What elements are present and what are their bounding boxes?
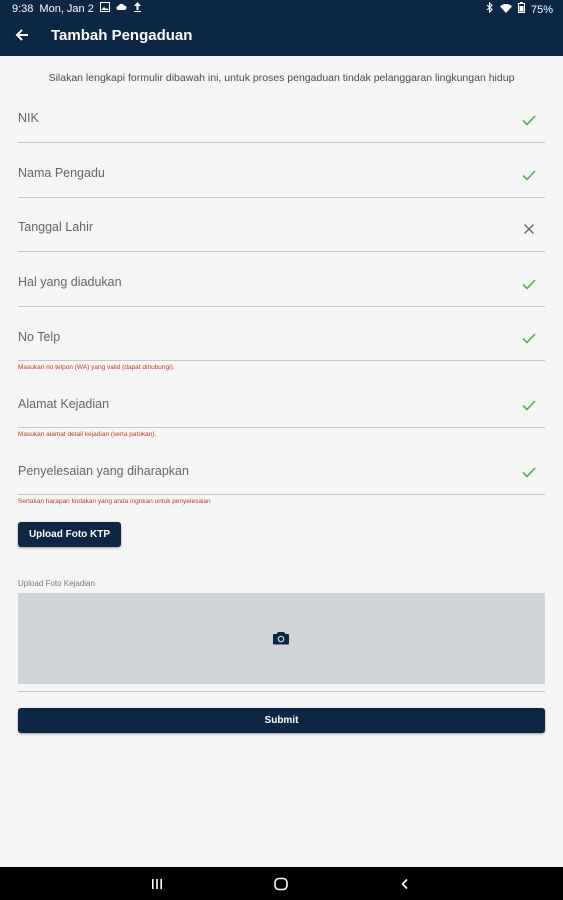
upload-icon <box>133 2 142 16</box>
no-telp-label: No Telp <box>18 330 61 344</box>
battery-icon <box>517 2 525 17</box>
status-bar: 9:38 Mon, Jan 2 75% <box>0 0 563 17</box>
alamat-kejadian-field[interactable]: Alamat Kejadian <box>18 386 545 428</box>
cloud-icon <box>116 2 127 16</box>
gallery-icon <box>99 2 110 16</box>
form-intro: Silakan lengkapi formulir dibawah ini, u… <box>48 72 515 84</box>
no-telp-field[interactable]: No Telp <box>18 318 545 361</box>
hal-diadukan-field[interactable]: Hal yang diadukan <box>18 264 545 307</box>
tanggal-lahir-field[interactable]: Tanggal Lahir <box>18 209 545 252</box>
camera-icon[interactable] <box>273 631 289 645</box>
check-icon <box>521 276 537 292</box>
submit-button[interactable]: Submit <box>18 708 545 733</box>
nik-label: NIK <box>18 111 39 125</box>
status-date: Mon, Jan 2 <box>39 3 94 15</box>
page-title: Tambah Pengaduan <box>51 27 193 44</box>
alamat-kejadian-helper: Masukan alamat detail kejadian (serta pa… <box>18 431 157 438</box>
check-icon <box>521 167 537 183</box>
upload-kejadian-area[interactable] <box>18 593 545 684</box>
penyelesaian-label: Penyelesaian yang diharapkan <box>18 464 189 478</box>
nama-pengadu-label: Nama Pengadu <box>18 166 105 180</box>
nama-pengadu-field[interactable]: Nama Pengadu <box>18 155 545 198</box>
bluetooth-icon <box>486 1 494 17</box>
system-nav-bar <box>0 867 563 900</box>
tanggal-lahir-label: Tanggal Lahir <box>18 220 94 234</box>
penyelesaian-helper: Sertakan harapan tindakan yang anda ingn… <box>18 498 211 505</box>
divider <box>18 691 545 692</box>
back-button[interactable] <box>10 23 34 47</box>
check-icon <box>521 112 537 128</box>
nik-field[interactable]: NIK <box>18 100 545 143</box>
upload-kejadian-label: Upload Foto Kejadian <box>18 579 95 588</box>
app-bar: Tambah Pengaduan <box>0 17 563 56</box>
recent-apps-icon[interactable] <box>148 875 166 893</box>
no-telp-helper: Masukan no telpon (WA) yang valid (dapat… <box>18 364 175 371</box>
wifi-icon <box>499 3 512 17</box>
upload-ktp-button[interactable]: Upload Foto KTP <box>18 522 121 547</box>
alamat-kejadian-label: Alamat Kejadian <box>18 397 110 411</box>
check-icon <box>521 330 537 346</box>
close-icon <box>521 221 537 237</box>
check-icon <box>521 397 537 413</box>
penyelesaian-field[interactable]: Penyelesaian yang diharapkan <box>18 453 545 495</box>
status-time: 9:38 <box>12 3 34 15</box>
home-icon[interactable] <box>272 875 290 893</box>
arrow-left-icon <box>15 29 28 41</box>
battery-percentage: 75% <box>530 3 553 16</box>
check-icon <box>521 464 537 480</box>
back-icon[interactable] <box>396 875 414 893</box>
hal-diadukan-label: Hal yang diadukan <box>18 275 122 289</box>
